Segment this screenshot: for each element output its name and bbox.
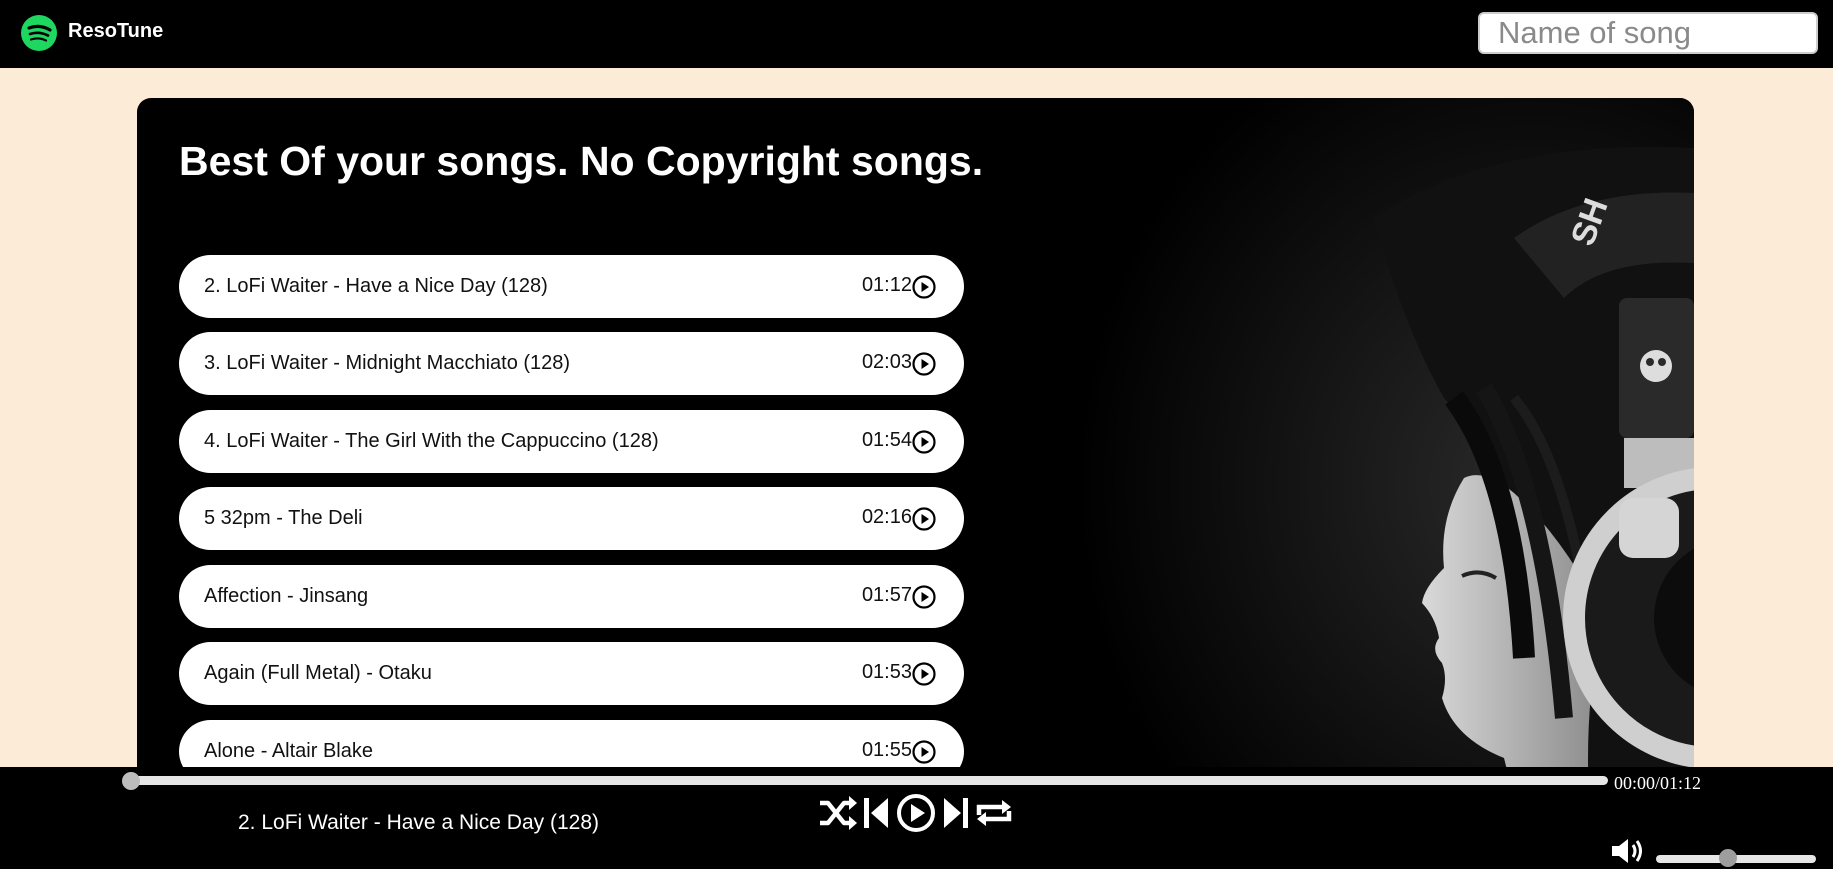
song-item[interactable]: Again (Full Metal) - Otaku 01:53 [179, 642, 964, 705]
song-duration: 01:12 [861, 274, 912, 296]
page-title: Best Of your songs. No Copyright songs. [179, 138, 984, 184]
play-circle-icon[interactable] [896, 793, 936, 833]
song-item[interactable]: 3. LoFi Waiter - Midnight Macchiato (128… [179, 332, 964, 395]
play-circle-icon[interactable] [912, 352, 936, 376]
song-item[interactable]: Affection - Jinsang 01:57 [179, 565, 964, 628]
seek-handle[interactable] [122, 772, 140, 790]
song-title: Again (Full Metal) - Otaku [204, 662, 432, 684]
search-input[interactable] [1478, 12, 1818, 54]
shuffle-icon[interactable] [818, 793, 858, 833]
repeat-icon[interactable] [974, 793, 1014, 833]
top-nav: ResoTune [0, 0, 1833, 68]
brand-name: ResoTune [68, 20, 164, 42]
song-duration: 01:54 [861, 429, 912, 451]
song-title: 3. LoFi Waiter - Midnight Macchiato (128… [204, 352, 571, 374]
song-item[interactable]: 4. LoFi Waiter - The Girl With the Cappu… [179, 410, 964, 473]
time-display: 00:00/01:12 [1614, 773, 1702, 793]
song-title: 4. LoFi Waiter - The Girl With the Cappu… [204, 430, 659, 452]
songs-panel: SH Best Of your songs. No Copyright song… [137, 98, 1694, 798]
previous-icon[interactable] [862, 793, 890, 833]
song-duration: 02:16 [861, 506, 912, 528]
play-circle-icon[interactable] [912, 430, 936, 454]
song-duration: 01:53 [861, 661, 912, 683]
play-circle-icon[interactable] [912, 275, 936, 299]
play-circle-icon[interactable] [912, 740, 936, 764]
song-duration: 01:55 [861, 739, 912, 761]
volume-handle[interactable] [1719, 849, 1737, 867]
song-title: Affection - Jinsang [204, 585, 369, 607]
song-title: Alone - Altair Blake [204, 740, 373, 762]
song-title: 5 32pm - The Deli [204, 507, 363, 529]
spotify-logo-icon[interactable] [21, 15, 57, 51]
song-item[interactable]: 5 32pm - The Deli 02:16 [179, 487, 964, 550]
headphones-girl-image: SH [1044, 98, 1694, 798]
player-bar: 00:00/01:12 2. LoFi Waiter - Have a Nice… [0, 767, 1833, 869]
seek-bar[interactable] [130, 776, 1608, 785]
play-circle-icon[interactable] [912, 662, 936, 686]
volume-icon[interactable] [1610, 837, 1644, 865]
now-playing-title: 2. LoFi Waiter - Have a Nice Day (128) [238, 811, 600, 834]
song-duration: 02:03 [861, 351, 912, 373]
song-item[interactable]: 2. LoFi Waiter - Have a Nice Day (128) 0… [179, 255, 964, 318]
play-circle-icon[interactable] [912, 507, 936, 531]
song-duration: 01:57 [861, 584, 912, 606]
play-circle-icon[interactable] [912, 585, 936, 609]
song-title: 2. LoFi Waiter - Have a Nice Day (128) [204, 275, 548, 297]
next-icon[interactable] [942, 793, 970, 833]
